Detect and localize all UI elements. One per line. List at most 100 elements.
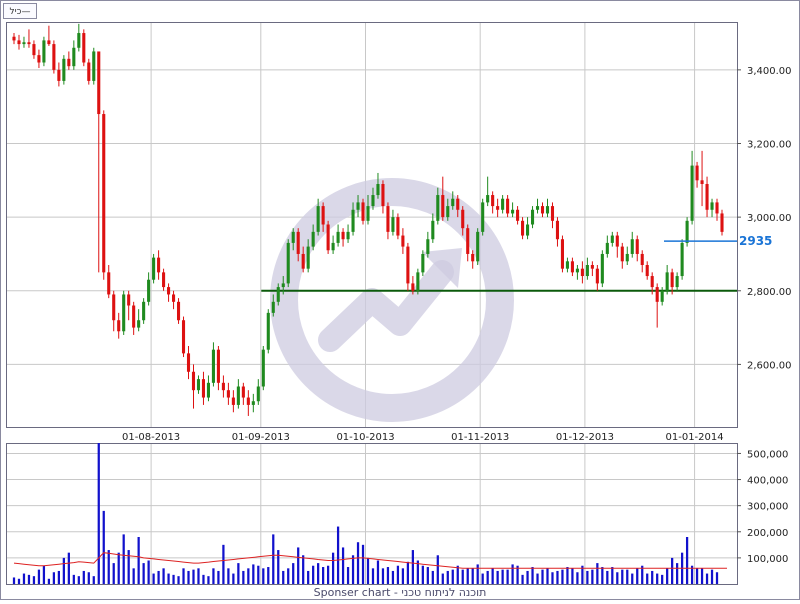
candle-body — [52, 44, 56, 70]
volume-bar — [511, 564, 514, 584]
x-tick-label: 01-11-2013 — [451, 432, 509, 443]
volume-bar — [297, 547, 300, 584]
volume-bar — [187, 570, 190, 584]
volume-bar — [621, 569, 624, 584]
volume-bar — [476, 564, 479, 584]
volume-bar — [591, 569, 594, 584]
volume-bar — [272, 534, 275, 584]
candle-body — [640, 253, 644, 265]
volume-bar — [626, 569, 629, 584]
candle-body — [32, 44, 36, 56]
volume-bar — [441, 573, 444, 584]
candle-body — [132, 305, 136, 328]
volume-tick-label: 400,000 — [747, 476, 788, 487]
volume-bar — [341, 547, 345, 584]
y-tick-label: 3,000.00 — [747, 213, 792, 224]
volume-bar — [117, 552, 120, 584]
candle-body — [77, 33, 81, 48]
volume-bar — [431, 570, 434, 584]
candle-body — [261, 349, 265, 387]
volume-bar — [42, 565, 46, 584]
volume-bar — [37, 569, 41, 584]
y-tick-label: 3,200.00 — [747, 140, 792, 151]
volume-bar — [212, 568, 215, 584]
candle-body — [705, 184, 709, 210]
candle-body — [102, 114, 106, 273]
candle-body — [186, 353, 191, 372]
candle-body — [336, 231, 340, 243]
volume-bar — [541, 569, 544, 584]
volume-bar — [227, 568, 230, 584]
volume-bar — [132, 568, 135, 584]
candle-body — [665, 272, 669, 291]
candle-body — [87, 62, 91, 81]
candle-body — [481, 202, 485, 232]
candle-body — [47, 40, 51, 45]
candle-body — [346, 231, 350, 240]
candle-body — [351, 209, 355, 232]
volume-bar — [351, 555, 355, 584]
volume-bar — [67, 552, 70, 584]
volume-bar — [242, 570, 245, 584]
volume-bar — [631, 573, 634, 584]
volume-bar — [346, 567, 350, 584]
volume-bar — [292, 563, 295, 584]
candle-body — [157, 257, 161, 273]
candle-body — [511, 209, 515, 214]
candle-body — [226, 390, 230, 398]
candle-body — [436, 195, 440, 221]
volume-bar — [651, 570, 654, 584]
volume-bar — [671, 557, 674, 584]
candle-body — [421, 253, 425, 273]
period-selector-button[interactable]: כיל— — [3, 3, 37, 19]
candle-body — [281, 283, 285, 288]
candle-body — [625, 253, 629, 262]
volume-bar — [52, 572, 56, 584]
candle-body — [361, 202, 365, 221]
volume-bar — [147, 560, 150, 584]
volume-bar — [710, 569, 714, 584]
volume-bar — [207, 576, 210, 584]
volume-bar — [531, 567, 534, 584]
volume-bar — [376, 560, 380, 584]
candle-body — [326, 224, 330, 251]
candle-body — [521, 220, 525, 236]
volume-bar — [92, 576, 95, 584]
candle-body — [406, 246, 410, 284]
candle-body — [700, 180, 704, 184]
volume-bar — [282, 570, 285, 584]
candle-body — [331, 242, 335, 251]
volume-bar — [32, 576, 36, 584]
volume-bar — [302, 555, 305, 584]
candle-body — [580, 268, 584, 277]
candle-body — [595, 268, 599, 284]
price-panel — [6, 22, 738, 428]
candle-body — [291, 231, 295, 243]
volume-bar — [611, 567, 614, 584]
volume-bar — [331, 552, 335, 584]
candle-body — [456, 198, 460, 210]
candle-body — [12, 36, 16, 41]
chart-stage: 01-08-2013 01-09-2013 01-10-2013 01-11-2013… — [0, 0, 800, 600]
candle-body — [680, 242, 684, 277]
volume-bar — [695, 568, 699, 584]
candle-body — [600, 253, 604, 284]
last-price-label: 2935 — [739, 234, 772, 248]
candle-body — [306, 246, 310, 269]
volume-bar — [197, 568, 200, 584]
volume-bar — [556, 570, 559, 584]
candle-body — [590, 265, 594, 269]
volume-bar — [401, 568, 405, 584]
candle-body — [221, 382, 225, 391]
volume-bar — [396, 565, 400, 584]
volume-bar — [506, 569, 509, 584]
volume-bar — [456, 565, 459, 584]
volume-bar — [57, 570, 60, 584]
candle-body — [72, 47, 76, 67]
candle-body — [341, 231, 345, 240]
volume-bar — [601, 567, 604, 584]
volume-bar — [247, 568, 250, 584]
volume-bar — [481, 573, 484, 584]
volume-bar — [27, 574, 31, 584]
candle-body — [241, 386, 245, 398]
